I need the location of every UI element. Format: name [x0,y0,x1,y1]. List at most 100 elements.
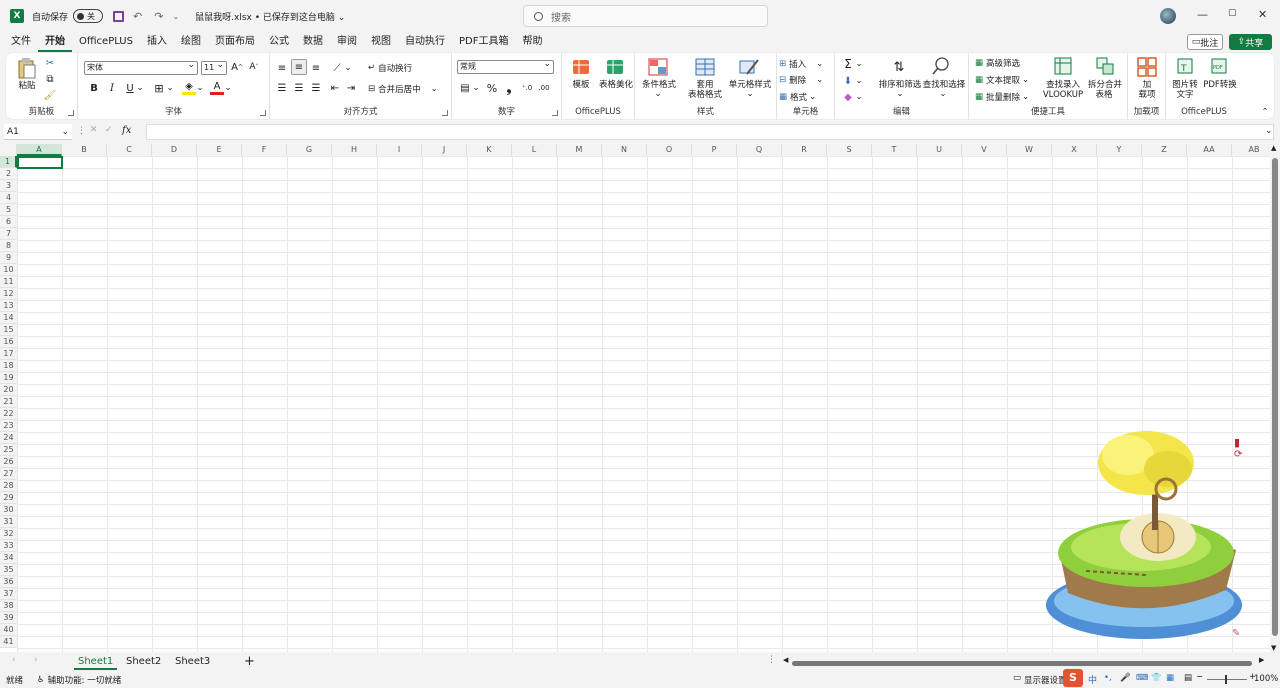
column-header[interactable]: T [872,144,917,156]
border-dropdown-icon[interactable]: ⌄ [166,81,174,95]
zoom-slider[interactable] [1207,679,1247,680]
italic-button[interactable]: I [106,81,118,95]
find-select-dropdown-icon[interactable]: ⌄ [938,89,948,99]
merge-center-button[interactable]: ⊟ 合并后居中 ⌄ [368,81,446,96]
row-header[interactable]: 11 [0,276,17,288]
table-beautify-label[interactable]: 表格美化 [598,80,634,90]
fill-icon[interactable]: ⬇ [841,74,855,88]
orientation-dropdown-icon[interactable]: ⌄ [344,61,352,75]
scroll-right-icon[interactable]: ▶ [1259,656,1264,664]
column-header[interactable]: Z [1142,144,1187,156]
tab-automate[interactable]: 自动执行 [398,32,452,52]
sheet-tab-sheet1[interactable]: Sheet1 [74,654,118,670]
conditional-format-icon[interactable] [648,58,668,76]
accessibility-icon[interactable]: ♿ [37,675,45,685]
row-header[interactable]: 8 [0,240,17,252]
align-top-icon[interactable]: ≡ [275,61,289,75]
wrap-text-button[interactable]: ↵ 自动换行 [368,60,428,75]
paste-label[interactable]: 粘贴 [12,81,42,91]
row-header[interactable]: 21 [0,396,17,408]
clear-icon[interactable]: ◆ [841,90,855,104]
row-header[interactable]: 34 [0,552,17,564]
row-header[interactable]: 3 [0,180,17,192]
column-header[interactable]: W [1007,144,1052,156]
row-header[interactable]: 23 [0,420,17,432]
skin-icon[interactable]: 👕 [1151,673,1162,683]
row-header[interactable]: 29 [0,492,17,504]
tab-officeplus[interactable]: OfficePLUS [72,32,140,52]
tab-splitter-icon[interactable]: ⋮ [767,655,776,665]
ime-mode-label[interactable]: 中 [1088,673,1097,686]
vertical-scrollbar[interactable]: ▲ ▼ [1270,144,1280,652]
sort-filter-dropdown-icon[interactable]: ⌄ [895,89,905,99]
format-as-table-icon[interactable] [695,58,715,76]
vlookup-icon[interactable] [1054,57,1072,75]
column-header[interactable]: M [557,144,602,156]
column-header[interactable]: Y [1097,144,1142,156]
align-right-icon[interactable]: ☰ [309,81,323,95]
underline-dropdown-icon[interactable]: ⌄ [136,81,144,95]
formula-input[interactable] [146,124,1274,140]
align-middle-icon[interactable]: ≡ [291,59,307,75]
tab-file[interactable]: 文件 [4,32,38,52]
redo-icon[interactable]: ↷ [154,10,163,23]
cell-styles-dropdown-icon[interactable]: ⌄ [745,89,755,99]
row-header[interactable]: 14 [0,312,17,324]
row-header[interactable]: 35 [0,564,17,576]
row-header[interactable]: 33 [0,540,17,552]
pdf-convert-icon[interactable]: PDF [1210,57,1228,75]
tab-page-layout[interactable]: 页面布局 [208,32,262,52]
border-icon[interactable]: ⊞ [152,81,166,95]
addins-label-2[interactable]: 载项 [1132,90,1162,100]
zoom-out-icon[interactable]: − [1196,672,1203,682]
accounting-dropdown-icon[interactable]: ⌄ [472,81,480,95]
column-header[interactable]: G [287,144,332,156]
copy-icon[interactable]: ⧉ [44,73,56,85]
sheet-tab-sheet3[interactable]: Sheet3 [171,654,214,670]
autosave-toggle[interactable]: 关 [73,9,104,23]
column-header[interactable]: B [62,144,107,156]
select-all-corner[interactable] [0,144,17,156]
template-icon[interactable] [572,58,590,76]
accounting-format-icon[interactable]: ▤ [458,81,472,95]
column-header[interactable]: S [827,144,872,156]
font-launcher-icon[interactable] [260,110,266,116]
prev-sheet-icon[interactable]: ‹ [12,655,16,665]
sort-filter-icon[interactable]: ⇅ [889,57,909,77]
row-header[interactable]: 6 [0,216,17,228]
batch-delete-button[interactable]: ▦ 批量删除 ⌄ [975,90,1037,103]
row-header[interactable]: 28 [0,480,17,492]
format-painter-icon[interactable]: 🖌 [44,89,57,101]
image-to-text-icon[interactable]: T [1176,57,1194,75]
scroll-up-icon[interactable]: ▲ [1271,144,1276,152]
cell-styles-icon[interactable] [739,58,759,76]
column-header[interactable]: A [17,144,62,156]
display-settings-icon[interactable]: ▭ [1013,673,1021,683]
tab-view[interactable]: 视图 [364,32,398,52]
decrease-decimal-icon[interactable]: .00 [537,81,551,95]
row-header[interactable]: 9 [0,252,17,264]
format-cells-button[interactable]: ▦ 格式 ⌄ [779,90,831,103]
format-as-table-label-2[interactable]: 表格格式 [683,90,727,100]
tab-pdf-toolbox[interactable]: PDF工具箱 [452,32,515,52]
close-icon[interactable]: ✕ [1258,8,1267,21]
row-header[interactable]: 16 [0,336,17,348]
column-header[interactable]: K [467,144,512,156]
increase-font-icon[interactable]: A ^ [230,60,244,74]
column-header[interactable]: R [782,144,827,156]
zoom-slider-thumb[interactable] [1225,675,1227,684]
delete-cells-button[interactable]: ⊟ 删除 ⌄ [779,73,831,86]
split-merge-label-1[interactable]: 拆分合并 [1083,80,1127,90]
clipboard-launcher-icon[interactable] [68,110,74,116]
share-button[interactable]: ⇪ 共享 [1229,34,1272,50]
row-header[interactable]: 40 [0,624,17,636]
save-icon[interactable] [113,10,125,22]
cancel-entry-icon[interactable]: ✕ [90,125,98,135]
row-header[interactable]: 41 [0,636,17,648]
fill-color-dropdown-icon[interactable]: ⌄ [196,81,204,95]
tab-home[interactable]: 开始 [38,32,72,52]
next-sheet-icon[interactable]: › [34,655,38,665]
row-header[interactable]: 27 [0,468,17,480]
text-extract-button[interactable]: ▦ 文本提取 ⌄ [975,73,1037,86]
row-header[interactable]: 2 [0,168,17,180]
